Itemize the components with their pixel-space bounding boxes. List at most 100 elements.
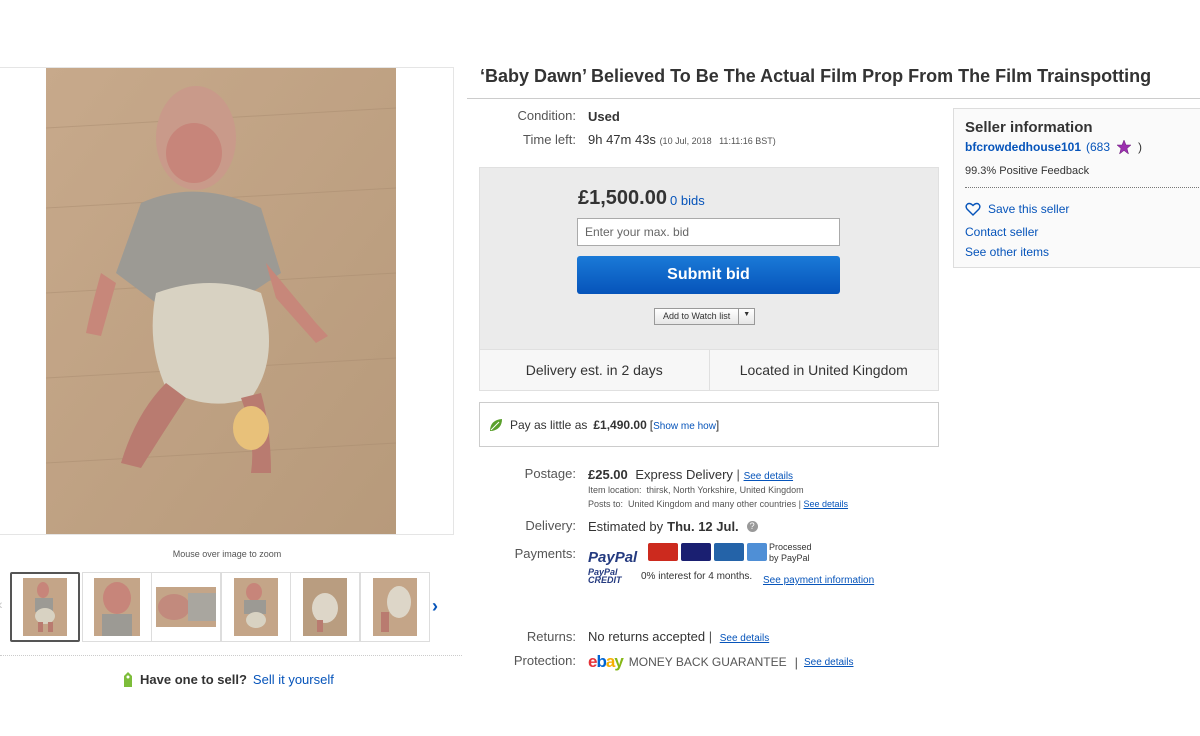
main-item-photo[interactable]	[46, 68, 396, 535]
thumbnail-image	[23, 578, 67, 636]
star-icon	[1116, 139, 1132, 155]
postage-label: Postage:	[524, 466, 576, 481]
bid-box: £1,500.00 0 bids Submit bid Add to Watch…	[479, 167, 939, 349]
tag-icon	[124, 672, 132, 687]
leaf-icon	[490, 418, 502, 431]
delivery-date: Thu. 12 Jul.	[667, 519, 739, 534]
thumbnail[interactable]	[360, 572, 430, 642]
payments-label: Payments:	[514, 546, 576, 561]
by-paypal-text: by PayPal	[769, 553, 810, 563]
main-image-frame[interactable]	[0, 67, 454, 535]
delivery-prefix: Estimated by	[588, 519, 664, 534]
divider	[0, 655, 462, 656]
positive-feedback: 99.3% Positive Feedback	[965, 165, 1090, 177]
delivery-estimate: Delivery est. in 2 days	[480, 350, 710, 390]
thumbnail[interactable]	[290, 572, 360, 642]
ebay-logo: ebay	[588, 652, 624, 671]
thumbnail-image	[234, 578, 278, 636]
maestro-icon	[714, 543, 744, 561]
thumbnail[interactable]	[151, 572, 221, 642]
max-bid-input[interactable]	[577, 218, 840, 246]
sell-row: Have one to sell? Sell it yourself	[122, 670, 334, 688]
time-left: 9h 47m 43s (10 Jul, 2018 11:11:16 BST)	[588, 132, 776, 147]
thumbnail[interactable]	[82, 572, 152, 642]
see-payment-info-link[interactable]: See payment information	[763, 575, 874, 586]
heart-icon[interactable]	[965, 202, 981, 216]
zoom-hint: Mouse over image to zoom	[172, 549, 282, 559]
bracket-close: ]	[715, 417, 720, 432]
chevron-right-icon[interactable]: ›	[432, 596, 438, 617]
processed-text: Processed	[769, 542, 812, 552]
finance-text: Pay as little as	[510, 417, 588, 432]
seller-info-box: Seller information bfcrowdedhouse101 (68…	[953, 108, 1200, 268]
thumbnail-image	[373, 578, 417, 636]
posts-to-see-details-link[interactable]: See details	[804, 499, 849, 509]
amex-icon	[747, 543, 767, 561]
seller-divider	[965, 187, 1200, 188]
returns-line: No returns accepted | See details	[588, 629, 770, 644]
protection-see-details-link[interactable]: See details	[804, 657, 853, 668]
time-left-value: 9h 47m 43s	[588, 132, 656, 147]
chevron-down-icon[interactable]: ▼	[739, 309, 754, 324]
delivery-summary: Delivery est. in 2 days Located in Unite…	[479, 349, 939, 391]
postage-price: £25.00	[588, 467, 628, 482]
paypal-credit-text: PayPal CREDIT	[588, 567, 622, 585]
feedback-score-link[interactable]: (683	[1086, 140, 1110, 154]
watch-list-button[interactable]: Add to Watch list ▼	[654, 308, 756, 325]
paypal-logo: PayPal	[588, 549, 637, 566]
postage-see-details-link[interactable]: See details	[744, 471, 793, 482]
condition-label: Condition:	[517, 108, 576, 123]
save-seller-label[interactable]: Save this seller	[988, 202, 1069, 216]
chevron-left-icon[interactable]: ‹	[0, 596, 3, 612]
interest-text: 0% interest for 4 months.	[641, 571, 753, 582]
thumbnail[interactable]	[10, 572, 80, 642]
condition-value: Used	[588, 109, 620, 124]
bid-count-link[interactable]: 0 bids	[670, 193, 705, 208]
watch-list-label[interactable]: Add to Watch list	[655, 309, 740, 324]
returns-value: No returns accepted	[588, 629, 706, 644]
returns-label: Returns:	[526, 629, 576, 644]
thumbnail[interactable]	[221, 572, 291, 642]
delivery-line: Estimated by Thu. 12 Jul. ?	[588, 519, 758, 534]
paypal-credit-logo: PayPal CREDIT	[588, 567, 632, 585]
processed-by: Processed by PayPal	[769, 542, 812, 564]
protection-label: Protection:	[513, 653, 576, 668]
finance-amount: £1,490.00	[593, 417, 647, 432]
delivery-label: Delivery:	[525, 518, 576, 533]
mastercard-icon	[648, 543, 678, 561]
returns-see-details-link[interactable]: See details	[720, 633, 769, 644]
seller-name-link[interactable]: bfcrowdedhouse101	[965, 140, 1081, 154]
see-other-items-link[interactable]: See other items	[965, 245, 1049, 259]
title-divider	[467, 98, 1200, 99]
item-location-detail: Item location: thirsk, North Yorkshire, …	[588, 485, 804, 495]
posts-to: Posts to: United Kingdom and many other …	[588, 499, 849, 509]
sell-it-yourself-link[interactable]: Sell it yourself	[253, 672, 334, 687]
contact-seller-link[interactable]: Contact seller	[965, 225, 1038, 239]
save-seller-link[interactable]: Save this seller	[965, 202, 1069, 216]
postage-line: £25.00 Express Delivery | See details	[588, 467, 794, 482]
thumbnail-image	[303, 578, 347, 636]
visa-icon	[681, 543, 711, 561]
payments-block: PayPal Processed by PayPal PayPal CREDIT…	[588, 542, 888, 606]
show-me-how-link[interactable]: Show me how	[653, 421, 716, 432]
postage-service: Express Delivery	[635, 467, 733, 482]
card-logos	[648, 543, 770, 561]
thumbnail-image	[156, 587, 216, 627]
paypal-text: PayPal	[588, 549, 638, 566]
sell-prompt: Have one to sell?	[140, 671, 247, 687]
current-price: £1,500.00	[578, 187, 667, 209]
submit-bid-button[interactable]: Submit bid	[577, 256, 840, 294]
end-time: (10 Jul, 2018 11:11:16 BST)	[659, 136, 776, 146]
protection-line: ebay MONEY BACK GUARANTEE | See details	[588, 652, 854, 671]
thumbnail-strip: ‹	[0, 572, 460, 644]
time-left-label: Time left:	[523, 132, 576, 147]
close-paren: )	[1138, 140, 1142, 154]
finance-offer: Pay as little as £1,490.00 [Show me how]	[479, 402, 939, 447]
thumbnail-image	[94, 578, 140, 636]
posts-to-text: Posts to: United Kingdom and many other …	[588, 499, 797, 509]
seller-heading: Seller information	[965, 119, 1093, 136]
item-location: Located in United Kingdom	[739, 362, 908, 378]
help-icon[interactable]: ?	[746, 521, 758, 532]
money-back-guarantee: MONEY BACK GUARANTEE	[628, 655, 787, 669]
item-title: ‘Baby Dawn’ Believed To Be The Actual Fi…	[480, 66, 1152, 86]
